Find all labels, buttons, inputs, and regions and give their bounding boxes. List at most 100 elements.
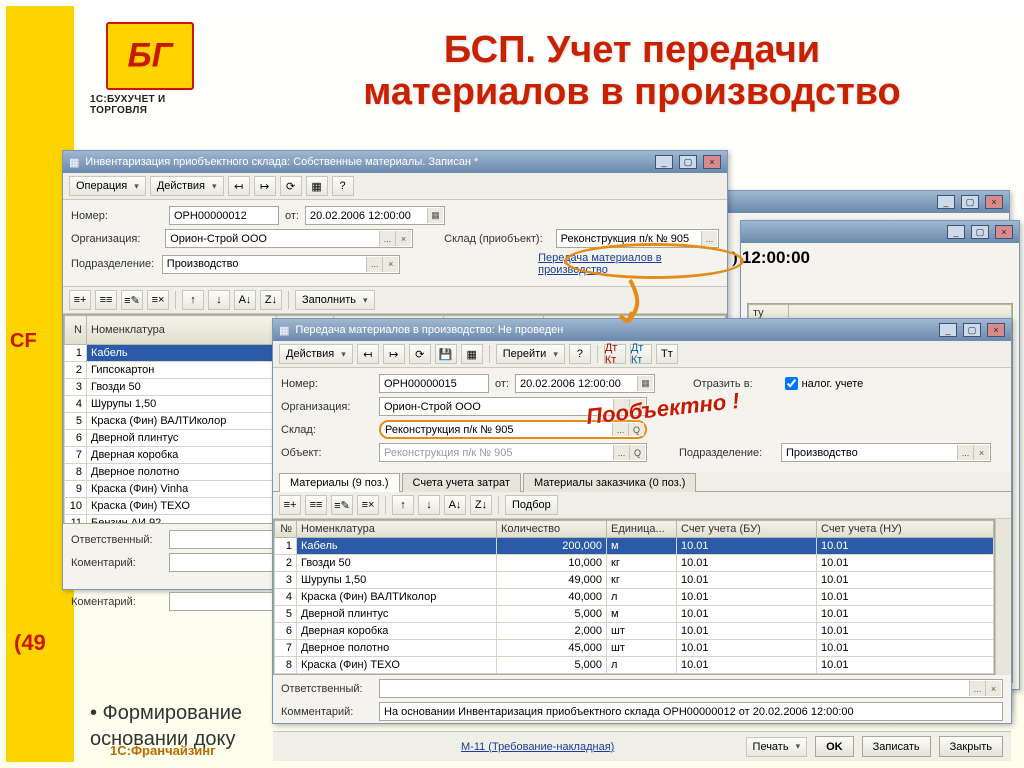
- table-row[interactable]: 9Бензин АИ 92920,000л10.0310.03: [275, 674, 994, 676]
- comment-field[interactable]: На основании Инвентаризация приобъектног…: [379, 702, 1003, 721]
- col-ed[interactable]: Единица...: [607, 521, 677, 538]
- org-field[interactable]: Орион-Строй ООО ...×: [165, 229, 413, 248]
- move-down-icon[interactable]: ↓: [418, 495, 440, 515]
- number-field[interactable]: ОРН00000012: [169, 206, 279, 225]
- tab-accounts[interactable]: Счета учета затрат: [402, 473, 521, 492]
- delete-row-icon[interactable]: ≡×: [147, 290, 169, 310]
- resp-field[interactable]: ...×: [379, 679, 1003, 698]
- copy-row-icon[interactable]: ≡≡: [305, 495, 327, 515]
- minimize-icon[interactable]: _: [655, 155, 673, 169]
- ellipsis-icon[interactable]: ...: [969, 681, 985, 696]
- col-nu[interactable]: Счет учета (НУ): [817, 521, 994, 538]
- table-row[interactable]: 4Краска (Фин) ВАЛТИколор40,000л10.0110.0…: [275, 589, 994, 606]
- org-field[interactable]: Орион-Строй ООО ...Q: [379, 397, 647, 416]
- save-button[interactable]: Записать: [862, 736, 931, 757]
- ellipsis-icon[interactable]: ...: [612, 423, 628, 436]
- close-button[interactable]: Закрыть: [939, 736, 1003, 757]
- ellipsis-icon[interactable]: ...: [701, 231, 717, 246]
- obj-field[interactable]: Реконструкция п/к № 905 ...Q: [379, 443, 647, 462]
- actions-menu[interactable]: Действия: [150, 176, 224, 196]
- maximize-icon[interactable]: ▢: [679, 155, 697, 169]
- sort-desc-icon[interactable]: Z↓: [470, 495, 492, 515]
- maximize-icon[interactable]: ▢: [963, 323, 981, 337]
- sklad-field[interactable]: Реконструкция п/к № 905 ...Q: [379, 420, 647, 439]
- edit-row-icon[interactable]: ≡✎: [121, 290, 143, 310]
- post-icon[interactable]: ▦: [306, 176, 328, 196]
- col-n[interactable]: №: [275, 521, 297, 538]
- table-row[interactable]: 8Краска (Фин) ТЕХО5,000л10.0110.01: [275, 657, 994, 674]
- dt-kt-nu-icon[interactable]: Дт Кт: [630, 344, 652, 364]
- close-icon[interactable]: ×: [703, 155, 721, 169]
- tab-customer-materials[interactable]: Материалы заказчика (0 поз.): [523, 473, 697, 492]
- date-field[interactable]: 20.02.2006 12:00:00 ▦: [515, 374, 655, 393]
- sort-asc-icon[interactable]: A↓: [234, 290, 256, 310]
- table-row[interactable]: 6Дверная коробка2,000шт10.0110.01: [275, 623, 994, 640]
- col-n[interactable]: N: [65, 316, 87, 345]
- calendar-icon[interactable]: ▦: [427, 208, 443, 223]
- table-row[interactable]: 7Дверное полотно45,000шт10.0110.01: [275, 640, 994, 657]
- print-button[interactable]: Печать: [746, 737, 808, 757]
- sort-asc-icon[interactable]: A↓: [444, 495, 466, 515]
- maximize-icon[interactable]: ▢: [971, 225, 989, 239]
- open-icon[interactable]: Q: [629, 445, 645, 460]
- nav-next-icon[interactable]: ↦: [254, 176, 276, 196]
- nav-first-icon[interactable]: ↤: [228, 176, 250, 196]
- help-icon[interactable]: ?: [332, 176, 354, 196]
- sklad-field[interactable]: Реконструкция п/к № 905 ...: [556, 229, 719, 248]
- nav-first-icon[interactable]: ↤: [357, 344, 379, 364]
- close-icon[interactable]: ×: [987, 323, 1005, 337]
- goto-menu[interactable]: Перейти: [496, 344, 565, 364]
- help-icon[interactable]: ?: [569, 344, 591, 364]
- refresh-icon[interactable]: ⟳: [280, 176, 302, 196]
- add-row-icon[interactable]: ≡+: [279, 495, 301, 515]
- copy-row-icon[interactable]: ≡≡: [95, 290, 117, 310]
- open-icon[interactable]: Q: [628, 423, 644, 436]
- move-down-icon[interactable]: ↓: [208, 290, 230, 310]
- sort-desc-icon[interactable]: Z↓: [260, 290, 282, 310]
- edit-row-icon[interactable]: ≡✎: [331, 495, 353, 515]
- table-row[interactable]: 5Дверной плинтус5,000м10.0110.01: [275, 606, 994, 623]
- transfer-titlebar[interactable]: ▦ Передача материалов в производство: Не…: [273, 319, 1011, 341]
- close-icon[interactable]: ×: [985, 195, 1003, 209]
- operation-menu[interactable]: Операция: [69, 176, 146, 196]
- table-row[interactable]: 2Гвозди 5010,000кг10.0110.01: [275, 555, 994, 572]
- close-icon[interactable]: ×: [995, 225, 1013, 239]
- ellipsis-icon[interactable]: ...: [957, 445, 973, 460]
- move-up-icon[interactable]: ↑: [182, 290, 204, 310]
- actions-menu[interactable]: Действия: [279, 344, 353, 364]
- maximize-icon[interactable]: ▢: [961, 195, 979, 209]
- clear-icon[interactable]: ×: [973, 445, 989, 460]
- ellipsis-icon[interactable]: ...: [613, 399, 629, 414]
- pick-button[interactable]: Подбор: [505, 495, 558, 515]
- minimize-icon[interactable]: _: [937, 195, 955, 209]
- move-up-icon[interactable]: ↑: [392, 495, 414, 515]
- date-field[interactable]: 20.02.2006 12:00:00 ▦: [305, 206, 445, 225]
- minimize-icon[interactable]: _: [939, 323, 957, 337]
- settings-icon[interactable]: Тт: [656, 344, 678, 364]
- podr-field[interactable]: Производство ...×: [781, 443, 991, 462]
- number-field[interactable]: ОРН00000015: [379, 374, 489, 393]
- open-icon[interactable]: Q: [629, 399, 645, 414]
- calendar-icon[interactable]: ▦: [637, 376, 653, 391]
- refresh-icon[interactable]: ⟳: [409, 344, 431, 364]
- ok-button[interactable]: OK: [815, 736, 854, 757]
- transfer-grid[interactable]: № Номенклатура Количество Единица... Сче…: [273, 519, 995, 675]
- podr-field[interactable]: Производство ...×: [162, 255, 401, 274]
- table-row[interactable]: 1Кабель200,000м10.0110.01: [275, 538, 994, 555]
- fill-button[interactable]: Заполнить: [295, 290, 375, 310]
- minimize-icon[interactable]: _: [947, 225, 965, 239]
- col-qty[interactable]: Количество: [497, 521, 607, 538]
- add-row-icon[interactable]: ≡+: [69, 290, 91, 310]
- table-row[interactable]: 3Шурупы 1,5049,000кг10.0110.01: [275, 572, 994, 589]
- dt-kt-icon[interactable]: Дт Кт: [604, 344, 626, 364]
- transfer-link[interactable]: Передача материалов в производство: [538, 252, 719, 276]
- post-icon[interactable]: ▦: [461, 344, 483, 364]
- clear-icon[interactable]: ×: [382, 257, 398, 272]
- ellipsis-icon[interactable]: ...: [366, 257, 382, 272]
- nav-next-icon[interactable]: ↦: [383, 344, 405, 364]
- vertical-scrollbar[interactable]: [995, 519, 1011, 675]
- clear-icon[interactable]: ×: [395, 231, 411, 246]
- checkbox-icon[interactable]: [785, 377, 798, 390]
- col-nomen[interactable]: Номенклатура: [87, 316, 277, 345]
- ellipsis-icon[interactable]: ...: [613, 445, 629, 460]
